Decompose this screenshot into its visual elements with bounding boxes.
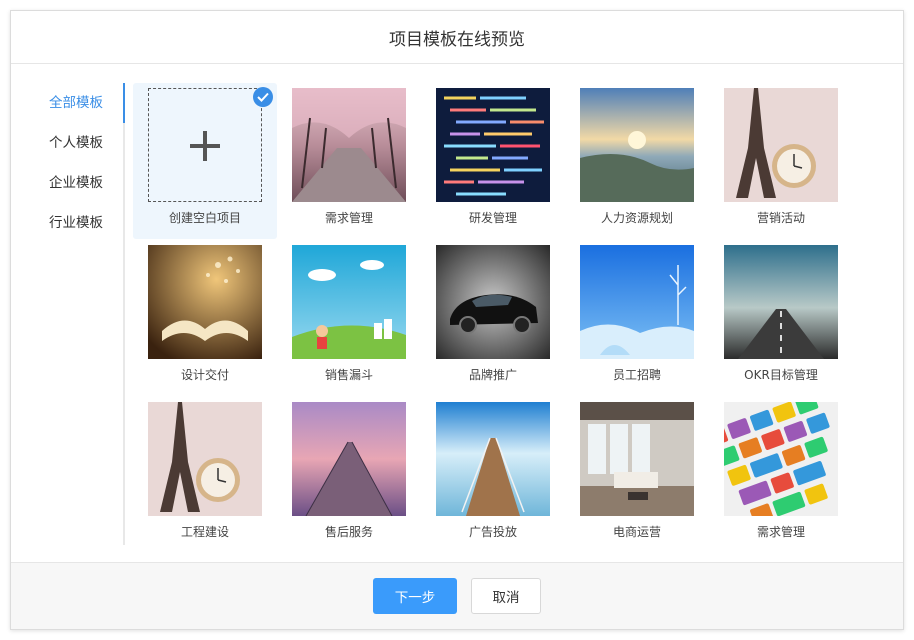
template-card[interactable]: 营销活动 [709, 83, 853, 239]
template-label: 电商运营 [612, 525, 661, 539]
template-card[interactable]: 员工招聘 [565, 240, 709, 396]
blank-project-placeholder [148, 88, 262, 202]
dialog-footer: 下一步 取消 [11, 562, 903, 629]
template-label: 需求管理 [324, 211, 373, 225]
pier-at-dusk-thumbnail [292, 402, 406, 516]
template-label: 广告投放 [468, 525, 517, 539]
aerial-sunset-lake-thumbnail [580, 88, 694, 202]
template-card[interactable]: 工程建设 [133, 397, 277, 553]
template-card[interactable]: 设计交付 [133, 240, 277, 396]
cartoon-children-meadow-thumbnail [292, 245, 406, 359]
black-sports-car-thumbnail [436, 245, 550, 359]
blue-winter-landscape-thumbnail [580, 245, 694, 359]
template-card[interactable]: 广告投放 [421, 397, 565, 553]
eiffel-tower-clock-thumbnail [148, 402, 262, 516]
eiffel-tower-clock-thumbnail [724, 88, 838, 202]
sidebar-item-personal[interactable]: 个人模板 [11, 123, 123, 163]
code-screen-thumbnail [436, 88, 550, 202]
template-card[interactable]: 品牌推广 [421, 240, 565, 396]
modern-living-room-thumbnail [580, 402, 694, 516]
template-label: 销售漏斗 [324, 368, 373, 382]
template-label: 售后服务 [324, 525, 373, 539]
colorful-keyboard-thumbnail [724, 402, 838, 516]
template-card[interactable]: OKR目标管理 [709, 240, 853, 396]
template-dialog: 项目模板在线预览 全部模板 个人模板 企业模板 行业模板 创建空白项目 需求管理… [10, 10, 904, 630]
template-label: 品牌推广 [468, 368, 517, 382]
dialog-header: 项目模板在线预览 [11, 11, 903, 64]
sidebar-item-industry[interactable]: 行业模板 [11, 203, 123, 243]
sidebar-item-all[interactable]: 全部模板 [11, 83, 125, 123]
template-category-sidebar: 全部模板 个人模板 企业模板 行业模板 [11, 83, 125, 545]
next-step-button[interactable]: 下一步 [373, 578, 457, 614]
template-label: 营销活动 [756, 211, 805, 225]
cancel-button[interactable]: 取消 [471, 578, 541, 614]
open-book-dandelion-thumbnail [148, 245, 262, 359]
template-card[interactable]: 售后服务 [277, 397, 421, 553]
road-to-horizon-thumbnail [724, 245, 838, 359]
template-card[interactable]: 人力资源规划 [565, 83, 709, 239]
template-card[interactable]: 销售漏斗 [277, 240, 421, 396]
template-card[interactable]: 需求管理 [709, 397, 853, 553]
dialog-title: 项目模板在线预览 [389, 29, 525, 50]
template-card[interactable]: 需求管理 [277, 83, 421, 239]
template-card[interactable]: 电商运营 [565, 397, 709, 553]
template-label: 员工招聘 [612, 368, 661, 382]
cherry-blossom-road-thumbnail [292, 88, 406, 202]
sidebar-item-enterprise[interactable]: 企业模板 [11, 163, 123, 203]
template-label: 研发管理 [468, 211, 517, 225]
template-card[interactable]: 研发管理 [421, 83, 565, 239]
template-card-blank[interactable]: 创建空白项目 [133, 83, 277, 239]
template-label: 需求管理 [756, 525, 805, 539]
template-label: 设计交付 [180, 368, 229, 382]
template-label: 人力资源规划 [600, 211, 673, 225]
wooden-pier-sea-thumbnail [436, 402, 550, 516]
template-label: 工程建设 [180, 525, 229, 539]
selected-check-icon [253, 87, 273, 107]
template-label: 创建空白项目 [168, 211, 241, 225]
template-label: OKR目标管理 [744, 368, 818, 382]
